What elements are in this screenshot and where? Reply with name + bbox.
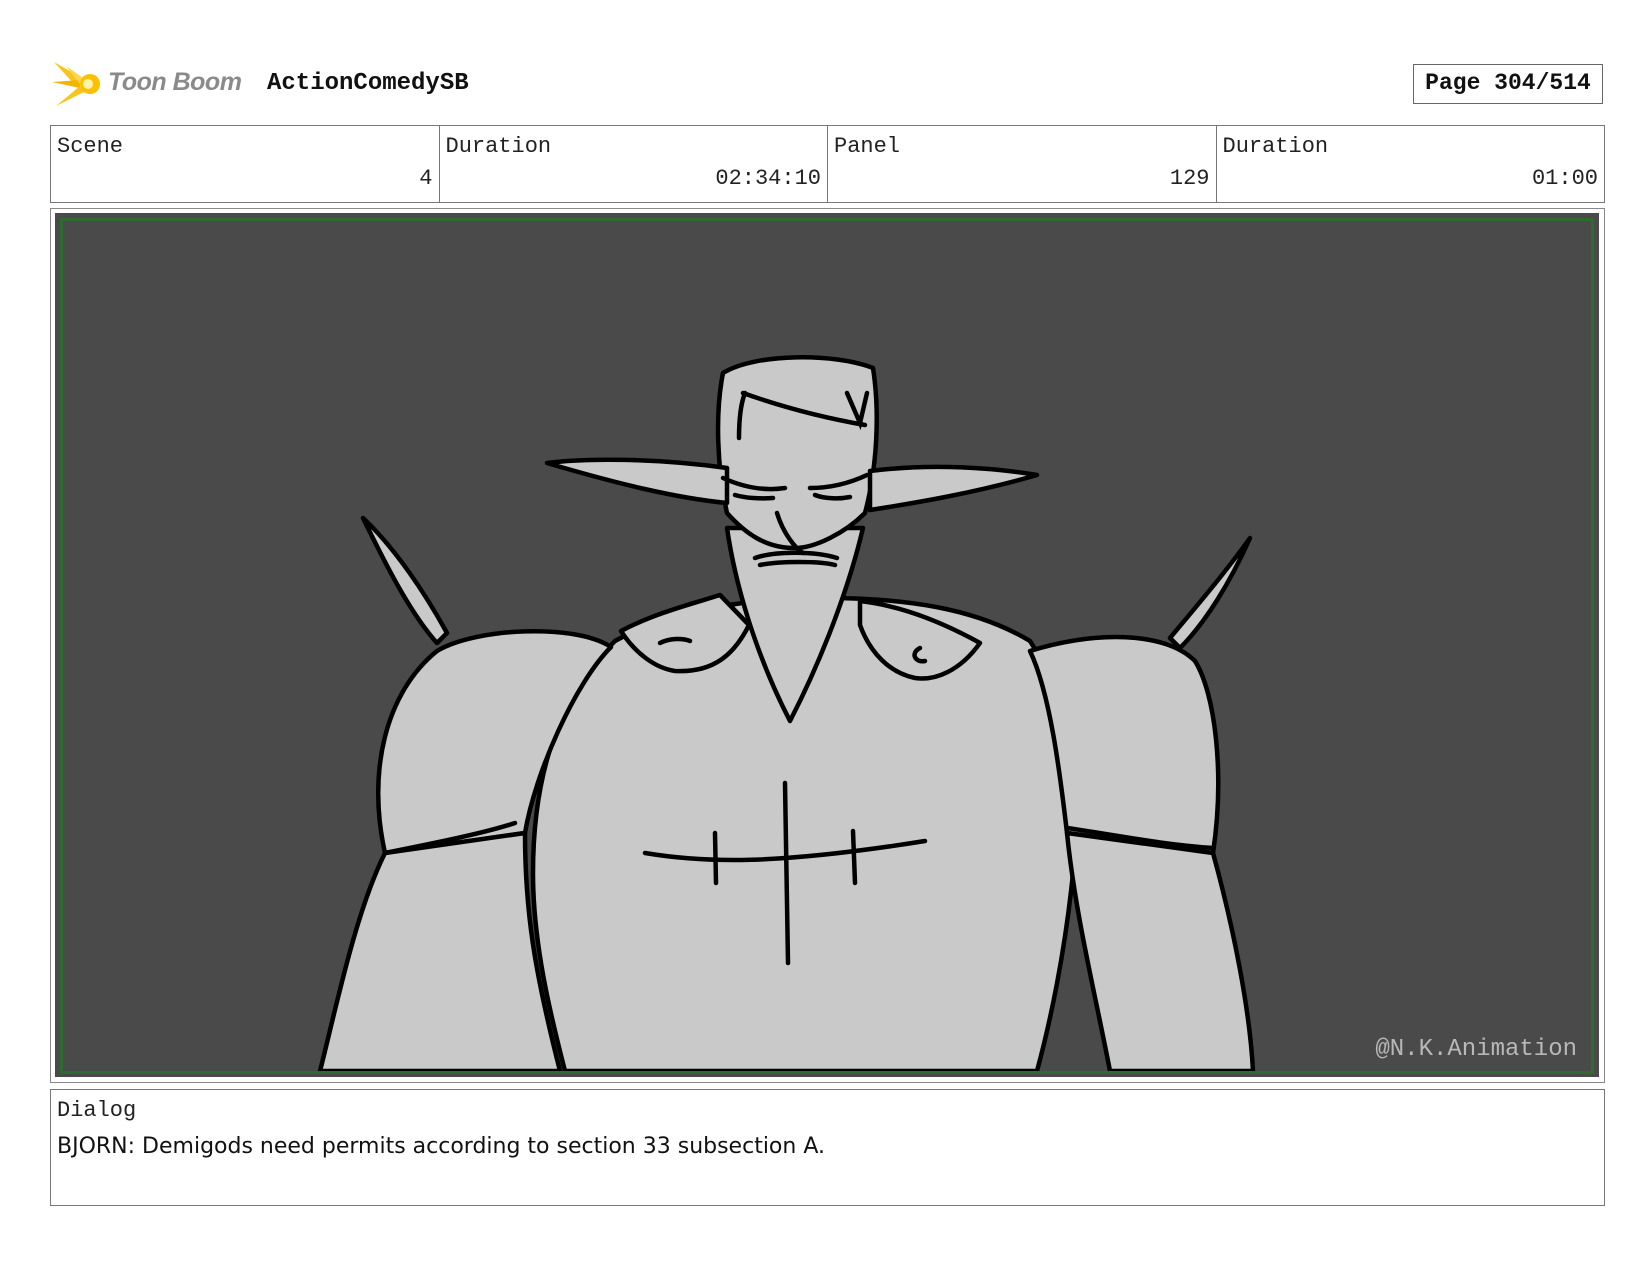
panel-value: 129 (1169, 166, 1210, 191)
scene-value: 4 (419, 166, 433, 191)
panel-duration-label: Duration (1222, 134, 1329, 159)
scene-duration-value: 02:34:10 (715, 166, 821, 191)
toon-boom-logo: Toon Boom (52, 58, 252, 110)
dialog-label: Dialog (57, 1098, 137, 1123)
page-number: Page 304/514 (1413, 64, 1603, 104)
logo-text: Toon Boom (108, 68, 242, 96)
toon-boom-logo-icon (52, 62, 100, 106)
panel-drawing: @N.K.Animation (55, 213, 1599, 1077)
dialog-box: Dialog BJORN: Demigods need permits acco… (50, 1089, 1605, 1206)
scene-cell: Scene 4 (51, 126, 440, 202)
storyboard-panel: @N.K.Animation (50, 208, 1605, 1083)
scene-duration-cell: Duration 02:34:10 (440, 126, 828, 202)
panel-label: Panel (834, 134, 901, 159)
safe-frame (60, 218, 1594, 1074)
project-title: ActionComedySB (267, 70, 469, 97)
scene-label: Scene (57, 134, 124, 159)
dialog-text: BJORN: Demigods need permits according t… (57, 1134, 825, 1159)
panel-duration-value: 01:00 (1531, 166, 1598, 191)
panel-cell: Panel 129 (828, 126, 1217, 202)
panel-duration-cell: Duration 01:00 (1217, 126, 1605, 202)
panel-info-row: Scene 4 Duration 02:34:10 Panel 129 Dura… (50, 125, 1605, 203)
watermark: @N.K.Animation (1375, 1036, 1577, 1063)
scene-duration-label: Duration (445, 134, 552, 159)
